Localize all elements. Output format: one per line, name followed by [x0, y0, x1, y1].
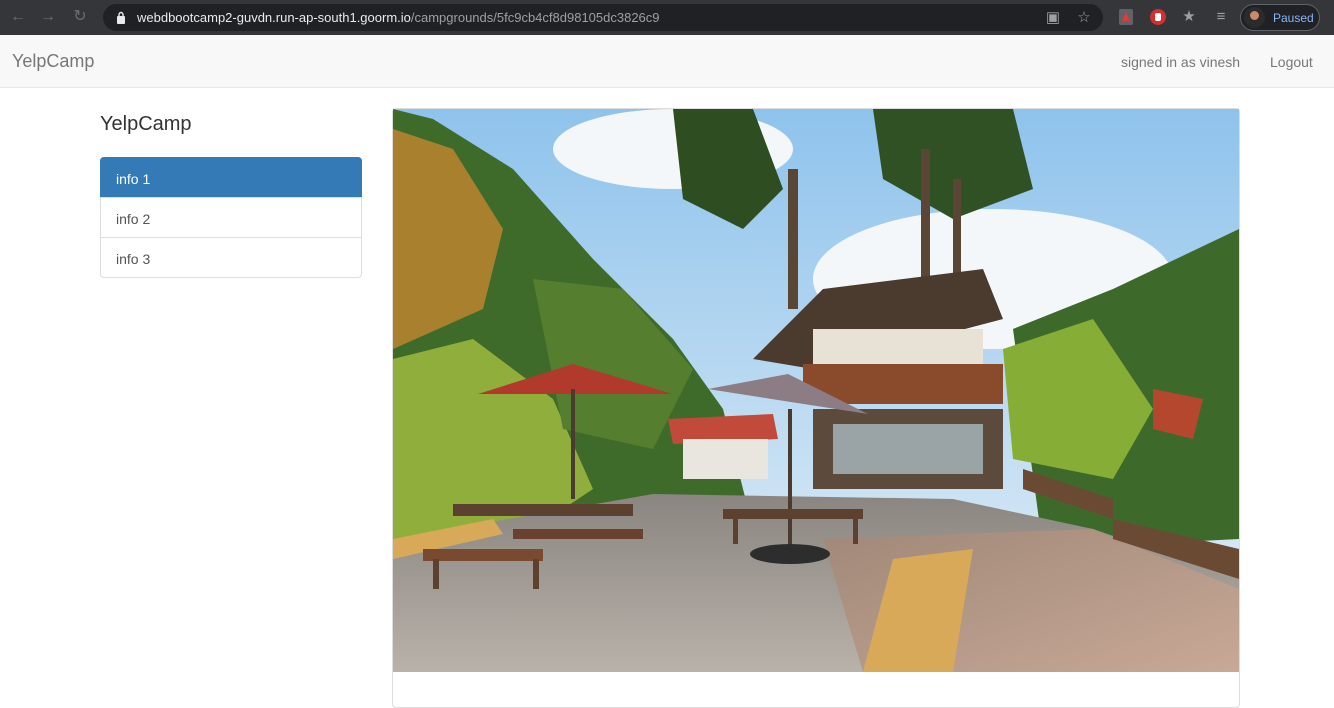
forward-arrow-icon[interactable]: → — [38, 7, 58, 27]
adblock-extension-icon[interactable] — [1148, 7, 1168, 27]
campground-thumbnail — [392, 108, 1240, 708]
browser-toolbar: ← → ↻ webdbootcamp2-guvdn.run-ap-south1.… — [0, 0, 1334, 35]
campground-image — [393, 109, 1239, 672]
list-item-info-1[interactable]: info 1 — [100, 157, 362, 198]
signed-in-link[interactable]: signed in as vinesh — [1121, 54, 1240, 70]
lock-icon — [117, 11, 125, 24]
profile-button[interactable]: Paused — [1240, 4, 1320, 31]
extensions-star-icon[interactable]: ★ — [1180, 8, 1198, 26]
pdf-extension-icon[interactable] — [1116, 7, 1136, 27]
url-host: webdbootcamp2-guvdn.run-ap-south1.goorm.… — [137, 10, 411, 25]
url-path: /campgrounds/5fc9cb4cf8d98105dc3826c9 — [410, 10, 660, 25]
list-item-info-3[interactable]: info 3 — [100, 237, 362, 278]
back-arrow-icon[interactable]: ← — [8, 7, 28, 27]
avatar — [1244, 7, 1265, 28]
reload-icon[interactable]: ↻ — [70, 7, 90, 27]
app-navbar: YelpCamp signed in as vinesh Logout — [0, 35, 1334, 88]
logout-link[interactable]: Logout — [1270, 54, 1313, 70]
sidebar-title: YelpCamp — [100, 113, 192, 135]
translate-icon[interactable]: ▣ — [1044, 9, 1062, 27]
address-bar[interactable]: webdbootcamp2-guvdn.run-ap-south1.goorm.… — [103, 4, 1103, 31]
navbar-brand[interactable]: YelpCamp — [12, 51, 94, 71]
info-list: info 1 info 2 info 3 — [100, 157, 362, 278]
profile-status: Paused — [1273, 11, 1314, 25]
reading-list-icon[interactable]: ≡ — [1212, 8, 1230, 26]
url-text: webdbootcamp2-guvdn.run-ap-south1.goorm.… — [137, 9, 660, 26]
star-bookmark-icon[interactable]: ☆ — [1075, 9, 1093, 27]
list-item-info-2[interactable]: info 2 — [100, 197, 362, 238]
